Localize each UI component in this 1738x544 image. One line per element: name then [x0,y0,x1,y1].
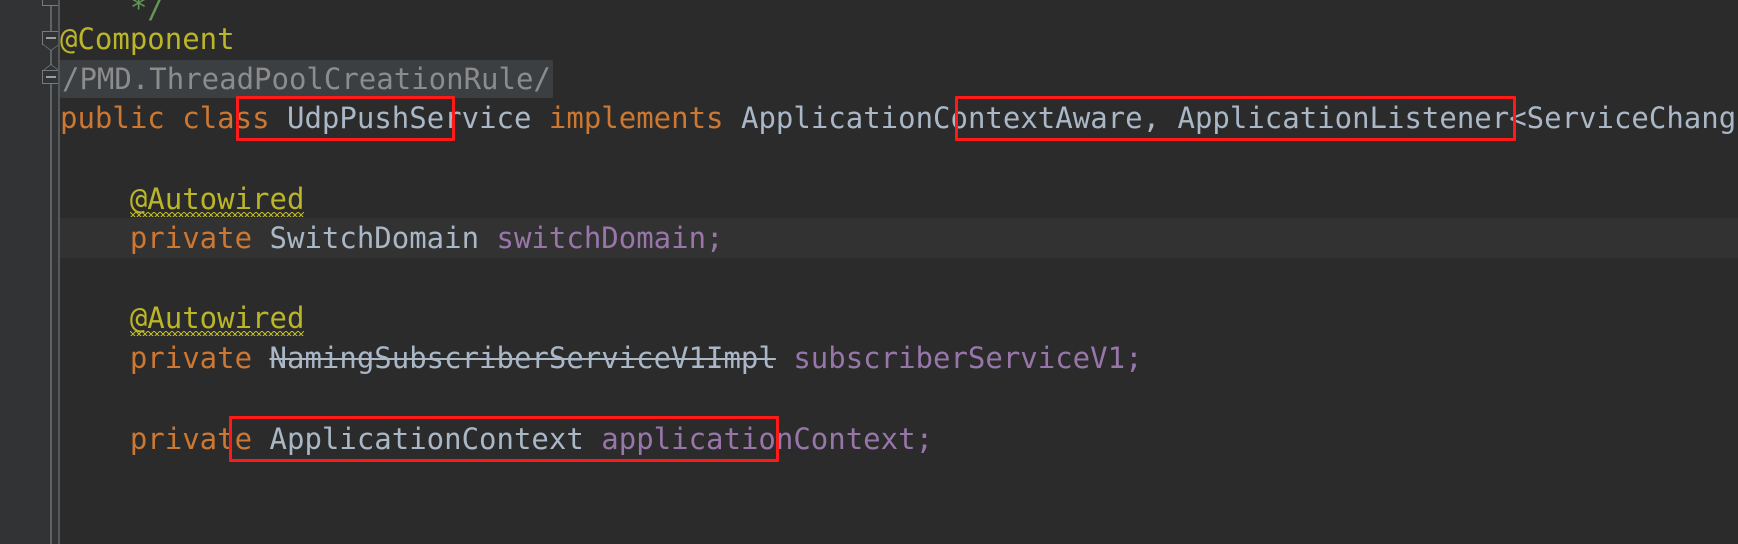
code-token-folded: /PMD.ThreadPoolCreationRule/ [60,60,553,98]
code-token-annotation-warning: @Autowired [129,301,305,335]
line-component-annotation[interactable]: @Component [60,19,1738,59]
code-token-field: applicationContext [601,422,916,456]
code-token-field: ; [1125,341,1143,375]
code-token-keyword: implements [548,101,724,135]
line-class-declaration[interactable]: public class UdpPushService implements A… [60,98,1738,138]
fold-marker-tip-inner [43,44,59,50]
fold-rail-bottom [50,84,52,544]
line-application-context-field[interactable]: private ApplicationContext applicationCo… [60,419,1738,459]
line-switch-domain-field[interactable]: private SwitchDomain switchDomain; [60,218,1738,258]
code-token-keyword: class [182,101,270,135]
line-pmd-folded-comment[interactable]: /PMD.ThreadPoolCreationRule/ [60,59,1738,99]
code-token-field: ; [706,221,724,255]
code-token-ident: ApplicationContext [269,422,584,456]
fold-marker-minus-icon [46,37,56,39]
code-token-keyword: private [129,221,253,255]
code-content-area[interactable]: */@Component/PMD.ThreadPoolCreationRule/… [60,0,1738,544]
code-token-ident-deprecated: NamingSubscriberServiceV1Impl [269,341,776,375]
warning-squiggle-underline: @Autowired [129,179,305,219]
code-token-ident: UdpPushService [287,101,532,135]
code-token-field: switchDomain [496,221,707,255]
editor-gutter[interactable] [0,0,60,544]
warning-squiggle-underline: @Autowired [129,298,305,338]
code-editor[interactable]: */@Component/PMD.ThreadPoolCreationRule/… [0,0,1738,544]
code-token-annotation-warning: @Autowired [129,182,305,216]
code-token-field: ; [915,422,934,456]
code-token-annotation: @Component [60,22,235,56]
code-token-keyword: public [60,101,165,135]
line-autowired-2[interactable]: @Autowired [60,298,1738,338]
line-autowired-1[interactable]: @Autowired [60,179,1738,219]
code-token-ident: ApplicationContextAware, ApplicationList… [741,101,1738,135]
code-token-field: subscriberServiceV1 [793,341,1126,375]
fold-marker-minus-icon [46,76,56,78]
line-subscriber-service-field[interactable]: private NamingSubscriberServiceV1Impl su… [60,338,1738,378]
code-token-keyword: private [129,341,253,375]
code-token-ident: SwitchDomain [269,221,480,255]
code-token-keyword: private [129,422,253,456]
